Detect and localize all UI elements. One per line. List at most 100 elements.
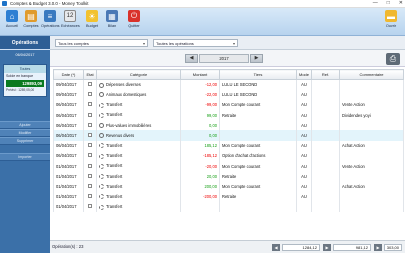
category-label: Transfert [106, 173, 123, 179]
table-row[interactable]: 09/04/2017 Animaux domestiques -22,00 LULU … [53, 89, 404, 100]
report-icon: ▦ [106, 10, 118, 22]
status-checkbox[interactable] [88, 133, 92, 138]
close-button[interactable]: ✕ [399, 0, 403, 6]
minimize-button[interactable]: — [373, 0, 378, 6]
cell-date: 01/04/2017 [53, 201, 84, 212]
status-checkbox[interactable] [88, 194, 92, 199]
main-toolbar: ⌂ Accueil ▤ Comptes ≡ Opérations 12 Eché… [0, 8, 405, 36]
account-filter-select[interactable]: Tous les comptes ▾ [55, 39, 148, 47]
category-icon [99, 133, 104, 139]
column-header-tiers[interactable]: Tiers [219, 69, 297, 80]
cell-commentaire [339, 130, 404, 141]
toolbar-budget-button[interactable]: ☀ Budget [83, 10, 101, 28]
chevron-down-icon: ▾ [142, 41, 145, 46]
category-label: Transfert [106, 204, 123, 210]
cell-categorie: Transfert [96, 140, 181, 151]
cell-mode: AU [296, 171, 312, 182]
next-year-button[interactable]: ▶ [250, 54, 263, 63]
status-checkbox[interactable] [88, 173, 92, 178]
status-checkbox[interactable] [88, 122, 92, 127]
cell-ref [311, 191, 340, 202]
status-checkbox[interactable] [88, 143, 92, 148]
table-row[interactable]: 06/04/2017 Transfert -99,00 Mon Compte cour… [53, 99, 404, 111]
status-checkbox[interactable] [88, 183, 92, 188]
column-header-montant[interactable]: Montant [180, 69, 220, 80]
status-checkbox[interactable] [88, 92, 92, 97]
table-row[interactable]: 01/04/2017 Transfert -200,00 Retraite AU [53, 191, 404, 202]
toolbar-quitter-button[interactable]: ⏻ Quitter [125, 10, 143, 28]
cell-montant: 99,00 [180, 110, 220, 121]
table-row[interactable]: 01/04/2017 Transfert 20,00 Retraite AU [53, 171, 404, 182]
cell-montant: -20,00 [180, 161, 220, 172]
category-icon [99, 92, 104, 98]
operations-filter-value: Toutes les opérations [156, 41, 194, 46]
category-icon [99, 204, 104, 210]
cell-montant: 20,00 [180, 171, 220, 182]
table-row[interactable]: 01/04/2017 Transfert [53, 201, 404, 212]
cell-tiers: Mon Compte courant [219, 140, 297, 151]
add-button[interactable]: Ajouter [0, 121, 50, 129]
toolbar-operations-button[interactable]: ≡ Opérations [41, 10, 60, 28]
status-checkbox[interactable] [88, 153, 92, 158]
table-row[interactable]: 06/04/2017 Transfert 99,00 Retraite AU Divide… [53, 110, 404, 121]
app-icon [2, 1, 7, 6]
toolbar-comptes-button[interactable]: ▤ Comptes [22, 10, 40, 28]
table-row[interactable]: 01/04/2017 Transfert -20,00 Mon Compte cour… [53, 161, 404, 172]
table-row[interactable]: 06/04/2017 Plus-values immobilières 0,00 AU [53, 120, 404, 131]
cell-etat [83, 181, 97, 192]
column-header-date[interactable]: Date (*) [53, 69, 84, 80]
account-summary[interactable]: Toutes Solde en banque 129893,09 Prévisi… [3, 64, 47, 97]
toolbar-echeances-button[interactable]: 12 Echéances [61, 10, 80, 28]
window-title: Comptes & Budget 3.0.0 - Money Toolkit [10, 1, 89, 6]
cell-commentaire: Vente Action [339, 99, 404, 111]
cell-tiers [219, 130, 297, 141]
toolbar-accueil-button[interactable]: ⌂ Accueil [3, 10, 21, 28]
edit-button[interactable]: Modifier [0, 129, 50, 137]
table-row[interactable]: 09/04/2017 Dépenses diverses -12,00 LULU LE… [53, 79, 404, 90]
maximize-button[interactable]: □ [387, 0, 390, 6]
column-header-commentaire[interactable]: Commentaire [339, 69, 404, 80]
column-header-ref[interactable]: Ref. [311, 69, 340, 80]
cell-montant: -99,00 [180, 99, 220, 111]
status-checkbox[interactable] [88, 204, 92, 209]
cell-categorie: Plus-values immobilières [96, 120, 181, 131]
cell-mode: AU [296, 89, 312, 100]
category-icon [99, 143, 104, 149]
toolbar-open-button[interactable]: ▬ Ouvrir [382, 10, 400, 28]
column-header-mode[interactable]: Mode [296, 69, 312, 80]
cell-tiers: Mon Compte courant [219, 181, 297, 192]
table-row[interactable]: 01/04/2017 Transfert 200,00 Mon Compte cour… [53, 181, 404, 192]
cell-categorie: Transfert [96, 161, 181, 172]
cell-date: 06/04/2017 [53, 99, 84, 111]
delete-button[interactable]: Supprimer [0, 137, 50, 145]
table-row[interactable]: 06/04/2017 Transfert 185,12 Mon Compte cour… [53, 140, 404, 151]
status-checkbox[interactable] [88, 112, 92, 117]
column-header-categorie[interactable]: Catégorie [96, 69, 181, 80]
column-header-etat[interactable]: Etat [83, 69, 97, 80]
table-row[interactable]: 06/04/2017 Revenus divers 0,00 AU [53, 130, 404, 141]
cell-mode: AU [296, 181, 312, 192]
category-icon [99, 112, 104, 118]
cell-tiers: Retraite [219, 191, 297, 202]
previous-year-button[interactable]: ◀ [185, 54, 198, 63]
cell-date: 01/04/2017 [53, 161, 84, 172]
status-checkbox[interactable] [88, 102, 92, 107]
cell-date: 06/04/2017 [53, 150, 84, 161]
balance-label: Solde en banque [6, 74, 34, 78]
printer-icon[interactable]: ⎙ [386, 53, 400, 65]
cell-tiers [219, 120, 297, 131]
import-button[interactable]: Importer [0, 153, 50, 161]
total-debit: 1284,12 [282, 244, 320, 251]
cell-commentaire: Vente Action [339, 161, 404, 172]
status-checkbox[interactable] [88, 163, 92, 168]
table-row[interactable]: 06/04/2017 Transfert -185,12 Option d'achat… [53, 150, 404, 161]
cell-ref [311, 110, 340, 121]
status-checkbox[interactable] [88, 82, 92, 87]
operations-filter-select[interactable]: Toutes les opérations ▾ [153, 39, 238, 47]
category-label: Transfert [106, 143, 123, 148]
category-label: Dépenses diverses [106, 82, 141, 88]
cell-etat [83, 161, 97, 172]
cell-commentaire [339, 120, 404, 131]
cell-categorie: Transfert [96, 181, 181, 192]
toolbar-bilan-button[interactable]: ▦ Bilan [103, 10, 121, 28]
